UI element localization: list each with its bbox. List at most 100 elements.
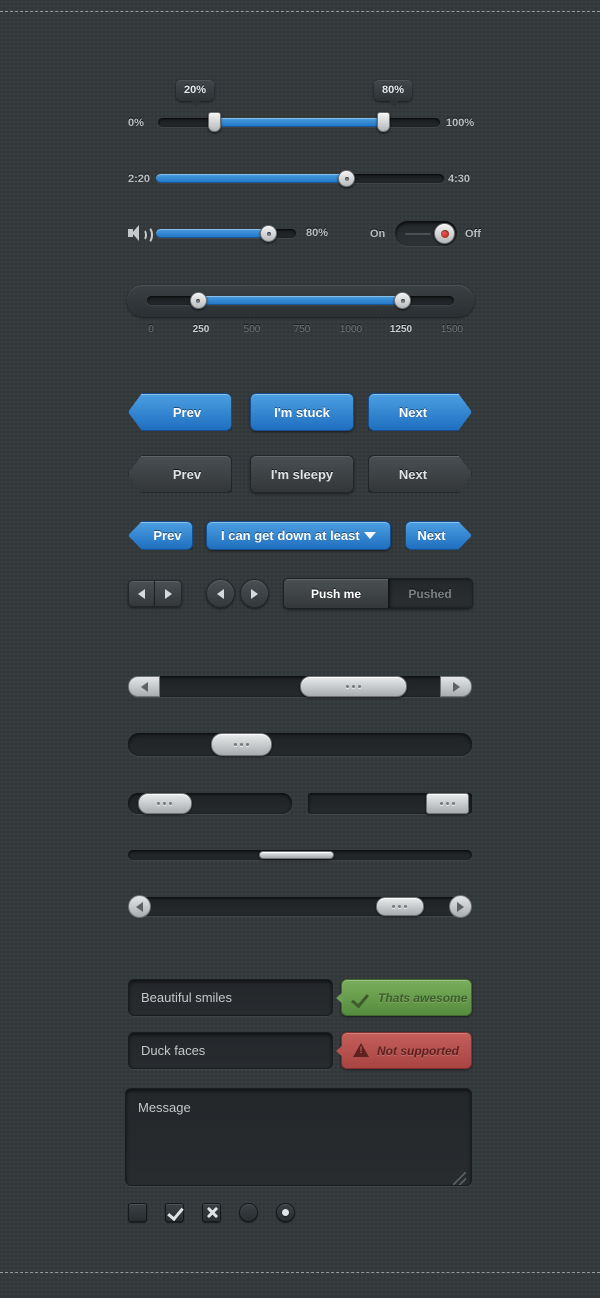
toggle-on-label: On xyxy=(370,228,386,240)
volume-track[interactable] xyxy=(156,225,296,242)
tick-labels: 0 250 500 750 1000 1250 1500 xyxy=(127,324,474,340)
error-callout-text: Not supported xyxy=(377,1043,459,1058)
im-sleepy-button[interactable]: I'm sleepy xyxy=(250,455,354,493)
tick-label: 1500 xyxy=(440,324,464,335)
arrow-left-icon xyxy=(140,681,148,692)
tick-label: 500 xyxy=(243,324,261,335)
ui-kit-stage: 20% 80% 0% 100% 2:20 4:30 80% On Off 0 2… xyxy=(0,0,600,1222)
scrollbar-round-arrows[interactable] xyxy=(128,895,472,918)
grip-dots-icon xyxy=(345,685,361,688)
arrow-left-button[interactable] xyxy=(128,580,155,607)
time-handle[interactable] xyxy=(338,170,356,187)
range-max-label: 100% xyxy=(446,117,475,129)
tick-label: 1000 xyxy=(339,324,363,335)
scrollbar-track-right[interactable] xyxy=(308,793,472,814)
next-button-small[interactable]: Next xyxy=(405,521,472,550)
scrollbar-track[interactable] xyxy=(128,850,472,860)
range-handle-high[interactable] xyxy=(376,112,390,132)
arrow-left-icon xyxy=(217,588,224,599)
scrollbar-track[interactable] xyxy=(128,676,472,697)
guide-line-bottom xyxy=(0,1272,600,1273)
toggle-bar xyxy=(405,233,431,235)
tick-label: 250 xyxy=(192,324,210,335)
chevron-down-icon xyxy=(364,532,376,539)
speaker-icon xyxy=(128,225,153,244)
arrow-right-icon xyxy=(164,588,172,599)
tooltip-low: 20% xyxy=(176,80,215,107)
push-me-button[interactable]: Push me xyxy=(284,579,388,608)
checkbox-unchecked[interactable] xyxy=(128,1203,147,1222)
volume-value-label: 80% xyxy=(306,227,329,239)
scrollbar-thumb[interactable] xyxy=(210,733,273,756)
range-fill xyxy=(214,118,384,127)
range-track[interactable] xyxy=(158,112,440,132)
tick-label: 0 xyxy=(148,324,154,335)
prev-button-blue[interactable]: Prev xyxy=(128,393,232,431)
checkbox-checked[interactable] xyxy=(165,1203,184,1222)
scroll-left-button[interactable] xyxy=(128,895,151,918)
volume-fill xyxy=(156,229,268,238)
warning-icon xyxy=(353,1043,370,1058)
tick-fill xyxy=(197,296,404,305)
check-icon xyxy=(353,991,371,1005)
toggle-led-icon xyxy=(440,229,449,238)
dropdown-select[interactable]: I can get down at least xyxy=(206,521,391,550)
scrollbar-thumb[interactable] xyxy=(375,897,424,916)
pushed-button[interactable]: Pushed xyxy=(388,579,472,608)
input-beautiful-smiles[interactable] xyxy=(128,979,333,1016)
volume-handle[interactable] xyxy=(260,225,277,242)
scrollbar-track[interactable] xyxy=(128,897,472,916)
time-end-label: 4:30 xyxy=(448,173,471,185)
scrollbar-track[interactable] xyxy=(128,733,472,756)
tick-track[interactable] xyxy=(147,292,454,309)
next-button-blue[interactable]: Next xyxy=(368,393,472,431)
arrow-right-button[interactable] xyxy=(155,580,182,607)
radio-selected[interactable] xyxy=(276,1203,295,1222)
checkbox-x[interactable] xyxy=(202,1203,221,1222)
tick-handle-high[interactable] xyxy=(394,292,412,309)
toggle-knob[interactable] xyxy=(434,223,455,244)
scrollbar-thumb[interactable] xyxy=(426,793,469,814)
scrollbar-plain[interactable] xyxy=(128,733,472,756)
arrow-right-icon xyxy=(457,901,464,912)
scrollbar-thumb[interactable] xyxy=(258,851,335,859)
time-fill xyxy=(156,174,347,183)
tick-slider-housing xyxy=(127,285,474,317)
range-min-label: 0% xyxy=(128,117,144,129)
tick-label: 1250 xyxy=(389,324,413,335)
choice-row xyxy=(128,1203,295,1222)
toggle-off-label: Off xyxy=(465,228,481,240)
arrow-left-circle-button[interactable] xyxy=(206,579,235,608)
input-duck-faces[interactable] xyxy=(128,1032,333,1069)
tick-handle-low[interactable] xyxy=(189,292,207,309)
scrollbar-thin[interactable] xyxy=(128,850,472,860)
range-handle-low[interactable] xyxy=(208,112,222,132)
next-button-gray[interactable]: Next xyxy=(368,455,472,493)
im-stuck-button[interactable]: I'm stuck xyxy=(250,393,354,431)
toggle-switch[interactable] xyxy=(395,221,457,246)
scrollbar-thumb[interactable] xyxy=(137,793,192,814)
scroll-right-button[interactable] xyxy=(440,676,472,697)
scroll-right-button[interactable] xyxy=(449,895,472,918)
success-callout-text: Thats awesome xyxy=(378,990,468,1005)
success-callout: Thats awesome xyxy=(336,979,472,1016)
arrow-left-icon xyxy=(138,588,145,599)
tooltip-high: 80% xyxy=(374,80,413,107)
arrow-left-icon xyxy=(136,901,143,912)
scrollbar-track-left[interactable] xyxy=(128,793,292,814)
grip-dots-icon xyxy=(392,905,408,908)
arrow-right-circle-button[interactable] xyxy=(240,579,269,608)
message-textarea[interactable] xyxy=(125,1088,472,1186)
message-textarea-wrap xyxy=(125,1088,472,1191)
arrow-right-icon xyxy=(452,681,460,692)
scrollbar-thumb[interactable] xyxy=(300,676,407,697)
tick-range-slider[interactable]: 0 250 500 750 1000 1250 1500 xyxy=(127,285,474,340)
grip-dots-icon xyxy=(439,802,455,805)
scrollbar-with-arrows[interactable] xyxy=(128,676,472,697)
segmented-control: Push me Pushed xyxy=(283,578,473,609)
prev-button-gray[interactable]: Prev xyxy=(128,455,232,493)
radio-unchecked[interactable] xyxy=(239,1203,258,1222)
scroll-left-button[interactable] xyxy=(128,676,160,697)
time-track[interactable] xyxy=(156,170,444,187)
prev-button-small[interactable]: Prev xyxy=(128,521,193,550)
